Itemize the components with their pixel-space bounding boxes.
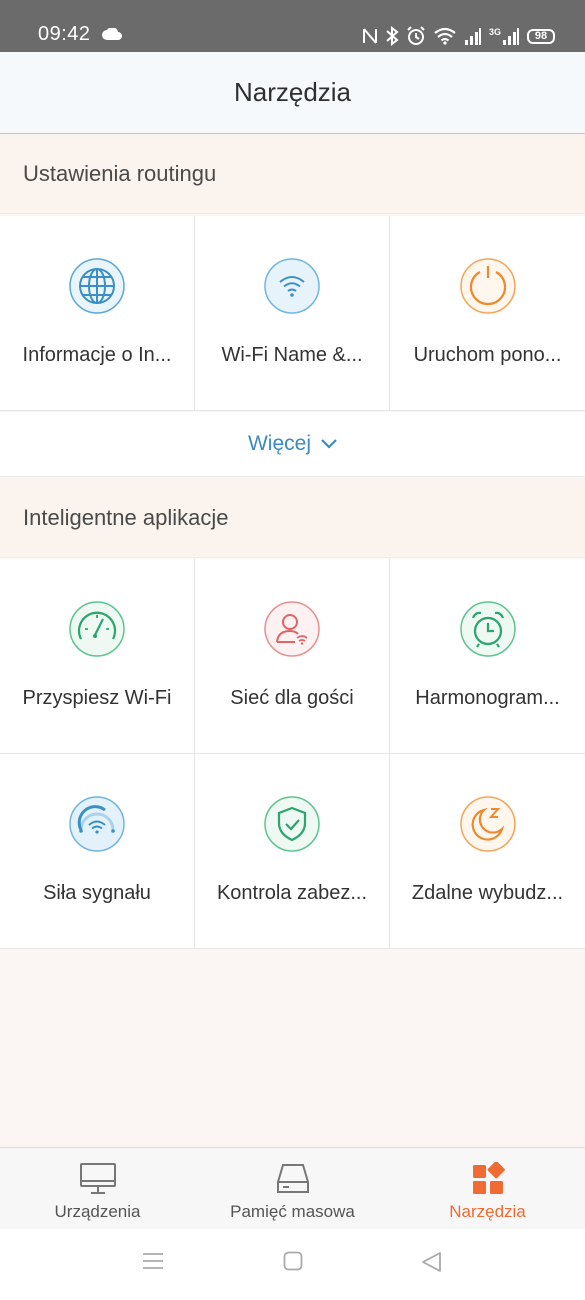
tool-signal-strength[interactable]: Siła sygnału: [0, 754, 195, 949]
network-type-label: 3G: [488, 27, 501, 37]
menu-icon[interactable]: [142, 1251, 164, 1271]
home-icon[interactable]: [283, 1251, 303, 1271]
wifi-status-icon: [434, 27, 456, 45]
tool-label: Informacje o In...: [22, 344, 172, 366]
more-button[interactable]: Więcej: [0, 412, 585, 477]
signal-1-icon: [464, 28, 481, 45]
storage-drive-icon: [276, 1164, 309, 1193]
tool-wifi-boost[interactable]: Przyspiesz Wi-Fi: [0, 559, 195, 754]
nfc-icon: [362, 28, 377, 44]
tab-tools[interactable]: Narzędzia: [390, 1148, 585, 1229]
cloud-icon: [102, 28, 122, 40]
tools-grid-icon: [472, 1162, 505, 1194]
tab-devices[interactable]: Urządzenia: [0, 1148, 195, 1229]
back-icon[interactable]: [420, 1251, 442, 1273]
tool-label: Zdalne wybudz...: [411, 882, 564, 904]
app-header: Narzędzia: [0, 52, 585, 134]
tab-storage[interactable]: Pamięć masowa: [195, 1148, 390, 1229]
tool-guest-network[interactable]: Sieć dla gości: [195, 559, 390, 754]
signal-2-icon: [503, 28, 519, 45]
tab-label: Narzędzia: [449, 1202, 526, 1221]
routing-tools-grid: Informacje o In... Wi-Fi Name &... Uruch…: [0, 216, 585, 411]
signal-strength-icon: [69, 796, 125, 852]
tool-schedule[interactable]: Harmonogram...: [390, 559, 585, 754]
tool-internet-info[interactable]: Informacje o In...: [0, 216, 195, 411]
alarm-icon: [407, 26, 425, 45]
power-icon: [459, 258, 516, 314]
tool-label: Siła sygnału: [43, 882, 151, 904]
tool-label: Uruchom pono...: [413, 344, 562, 366]
tool-remote-wake[interactable]: Zdalne wybudz...: [390, 754, 585, 949]
moon-sleep-icon: [459, 796, 516, 852]
monitor-icon: [79, 1163, 116, 1194]
tool-label: Wi-Fi Name &...: [221, 344, 363, 366]
tool-wifi-name[interactable]: Wi-Fi Name &...: [195, 216, 390, 411]
bottom-tab-bar: Urządzenia Pamięć masowa Narzędzia: [0, 1147, 585, 1229]
tool-security-check[interactable]: Kontrola zabez...: [195, 754, 390, 949]
smart-apps-grid: Przyspiesz Wi-Fi Sieć dla gości Harmonog…: [0, 559, 585, 949]
speedometer-icon: [69, 601, 125, 657]
tool-label: Przyspiesz Wi-Fi: [22, 687, 172, 709]
tool-label: Sieć dla gości: [230, 687, 354, 709]
shield-check-icon: [264, 796, 320, 852]
bluetooth-icon: [386, 26, 399, 46]
alarm-clock-icon: [459, 601, 516, 657]
battery-icon: 98: [527, 28, 555, 44]
section-title-smart-apps: Inteligentne aplikacje: [0, 478, 585, 558]
guest-user-icon: [264, 601, 320, 657]
tab-label: Pamięć masowa: [230, 1202, 355, 1221]
tool-label: Kontrola zabez...: [216, 882, 368, 904]
chevron-down-icon: [321, 439, 337, 449]
tab-label: Urządzenia: [54, 1202, 141, 1221]
more-label: Więcej: [247, 432, 311, 455]
status-time: 09:42: [38, 23, 91, 45]
status-bar: 09:42 3G 98: [0, 0, 585, 52]
wifi-icon: [264, 258, 320, 314]
page-title: Narzędzia: [233, 77, 352, 107]
tool-label: Harmonogram...: [415, 687, 560, 709]
section-title-routing: Ustawienia routingu: [0, 134, 585, 214]
system-navigation-bar: [0, 1229, 585, 1300]
tool-reboot[interactable]: Uruchom pono...: [390, 216, 585, 411]
globe-icon: [69, 258, 125, 314]
